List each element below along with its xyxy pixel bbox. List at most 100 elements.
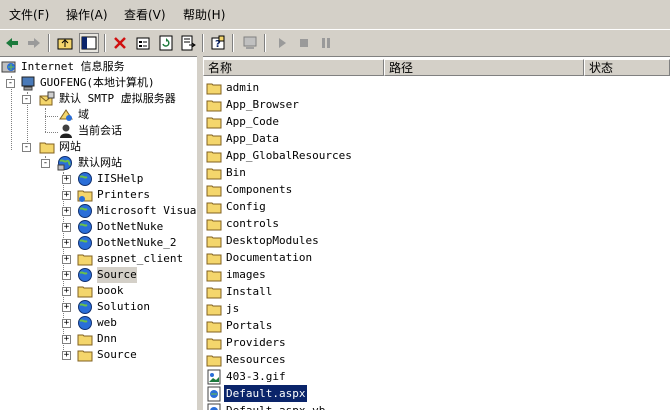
folder-icon	[206, 185, 222, 197]
virtual-directory-icon	[78, 220, 92, 234]
properties-icon[interactable]	[133, 33, 153, 53]
expand-toggle[interactable]: +	[62, 255, 71, 264]
expand-toggle[interactable]: +	[62, 223, 71, 232]
tree-node-default-site[interactable]: - 默认网站	[0, 155, 197, 171]
expand-toggle[interactable]: +	[62, 287, 71, 296]
list-item[interactable]: Bin	[205, 164, 667, 181]
expand-toggle[interactable]: +	[62, 351, 71, 360]
tree-node-iishelp[interactable]: + IISHelp	[0, 171, 197, 187]
list-item[interactable]: DesktopModules	[205, 232, 667, 249]
folder-icon	[206, 117, 222, 129]
collapse-toggle[interactable]: -	[41, 159, 50, 168]
list-item[interactable]: Portals	[205, 317, 667, 334]
show-tree-icon[interactable]	[79, 33, 99, 53]
tree-node-dotnetnuke[interactable]: + DotNetNuke	[0, 219, 197, 235]
list-item[interactable]: Providers	[205, 334, 667, 351]
list-item[interactable]: App_Code	[205, 113, 667, 130]
list-item[interactable]: js	[205, 300, 667, 317]
list-item-name: Components	[226, 183, 293, 196]
toolbar-separator	[48, 34, 50, 52]
column-header-path[interactable]: 路径	[384, 59, 584, 76]
list-item-name: App_Code	[226, 115, 279, 128]
stop-icon[interactable]	[294, 33, 314, 53]
computer-icon	[21, 76, 35, 91]
expand-toggle[interactable]: +	[62, 271, 71, 280]
list-item[interactable]: Components	[205, 181, 667, 198]
list-item[interactable]: admin	[205, 79, 667, 96]
expand-toggle[interactable]: +	[62, 303, 71, 312]
start-icon[interactable]	[272, 33, 292, 53]
list-item[interactable]: App_Data	[205, 130, 667, 147]
computer-icon[interactable]	[240, 33, 260, 53]
folder-icon	[206, 134, 222, 146]
tree-node-domains[interactable]: 域	[0, 107, 197, 123]
menu-help[interactable]: 帮助(H)	[183, 6, 225, 24]
expand-toggle[interactable]: +	[62, 239, 71, 248]
list-item-name: Providers	[226, 336, 286, 349]
aspx-file-icon	[207, 386, 221, 402]
list-item[interactable]: Config	[205, 198, 667, 215]
list-item[interactable]: 403-3.gif	[205, 368, 667, 385]
menu-file[interactable]: 文件(F)	[9, 6, 49, 24]
tree-node-dnn[interactable]: + Dnn	[0, 331, 197, 347]
expand-toggle[interactable]: +	[62, 175, 71, 184]
up-folder-icon[interactable]	[55, 33, 75, 53]
column-header-status[interactable]: 状态	[584, 59, 670, 76]
tree-node-iis-root[interactable]: Internet 信息服务	[0, 59, 197, 75]
expand-toggle[interactable]: +	[62, 207, 71, 216]
list-item[interactable]: Resources	[205, 351, 667, 368]
tree-node-computer[interactable]: - GUOFENG(本地计算机)	[0, 75, 197, 91]
list-item[interactable]: controls	[205, 215, 667, 232]
forward-icon[interactable]	[24, 33, 44, 53]
list-item[interactable]: Install	[205, 283, 667, 300]
tree-node-sessions[interactable]: 当前会话	[0, 123, 197, 139]
menu-view[interactable]: 查看(V)	[124, 6, 166, 24]
tree-node-smtp[interactable]: - 默认 SMTP 虚拟服务器	[0, 91, 197, 107]
delete-icon[interactable]	[110, 33, 130, 53]
list-item-name: App_Browser	[226, 98, 299, 111]
folder-icon	[206, 270, 222, 282]
collapse-toggle[interactable]: -	[6, 79, 15, 88]
expand-toggle[interactable]: +	[62, 319, 71, 328]
column-header-name[interactable]: 名称	[203, 59, 384, 76]
list-item[interactable]: Default.aspx	[205, 385, 667, 402]
tree-node-websites[interactable]: - 网站	[0, 139, 197, 155]
folder-icon	[206, 355, 222, 367]
tree-node-source[interactable]: + Source	[0, 267, 197, 283]
tree-node-aspnet-client[interactable]: + aspnet_client	[0, 251, 197, 267]
list-item[interactable]: Documentation	[205, 249, 667, 266]
folder-icon	[77, 350, 93, 362]
virtual-directory-icon	[78, 300, 92, 314]
website-globe-icon	[57, 156, 72, 171]
tree-node-dotnetnuke-2[interactable]: + DotNetNuke_2	[0, 235, 197, 251]
tree-node-source-2[interactable]: + Source	[0, 347, 197, 363]
collapse-toggle[interactable]: -	[22, 143, 31, 152]
list-item-name: Config	[226, 200, 266, 213]
collapse-toggle[interactable]: -	[22, 95, 31, 104]
list-item-name: App_GlobalResources	[226, 149, 352, 162]
export-list-icon[interactable]	[178, 33, 198, 53]
help-icon[interactable]: ?	[208, 33, 228, 53]
list-item[interactable]: images	[205, 266, 667, 283]
folder-icon	[206, 100, 222, 112]
toolbar-separator	[264, 34, 266, 52]
tree-node-solution[interactable]: + Solution	[0, 299, 197, 315]
list-item[interactable]: App_GlobalResources	[205, 147, 667, 164]
tree-node-web[interactable]: + web	[0, 315, 197, 331]
folder-icon	[77, 334, 93, 346]
back-icon[interactable]	[2, 33, 22, 53]
folder-icon	[206, 83, 222, 95]
menu-action[interactable]: 操作(A)	[66, 6, 108, 24]
expand-toggle[interactable]: +	[62, 335, 71, 344]
tree-node-printers[interactable]: + Printers	[0, 187, 197, 203]
folder-icon	[206, 338, 222, 350]
list-item-name: Bin	[226, 166, 246, 179]
list-item-name: Default.aspx	[224, 385, 308, 402]
tree-node-book[interactable]: + book	[0, 283, 197, 299]
refresh-icon[interactable]	[156, 33, 176, 53]
pause-icon[interactable]	[316, 33, 336, 53]
list-item-name: 403-3.gif	[226, 370, 286, 383]
tree-node-microsoft-visual[interactable]: + Microsoft Visual	[0, 203, 197, 219]
list-item[interactable]: App_Browser	[205, 96, 667, 113]
expand-toggle[interactable]: +	[62, 191, 71, 200]
